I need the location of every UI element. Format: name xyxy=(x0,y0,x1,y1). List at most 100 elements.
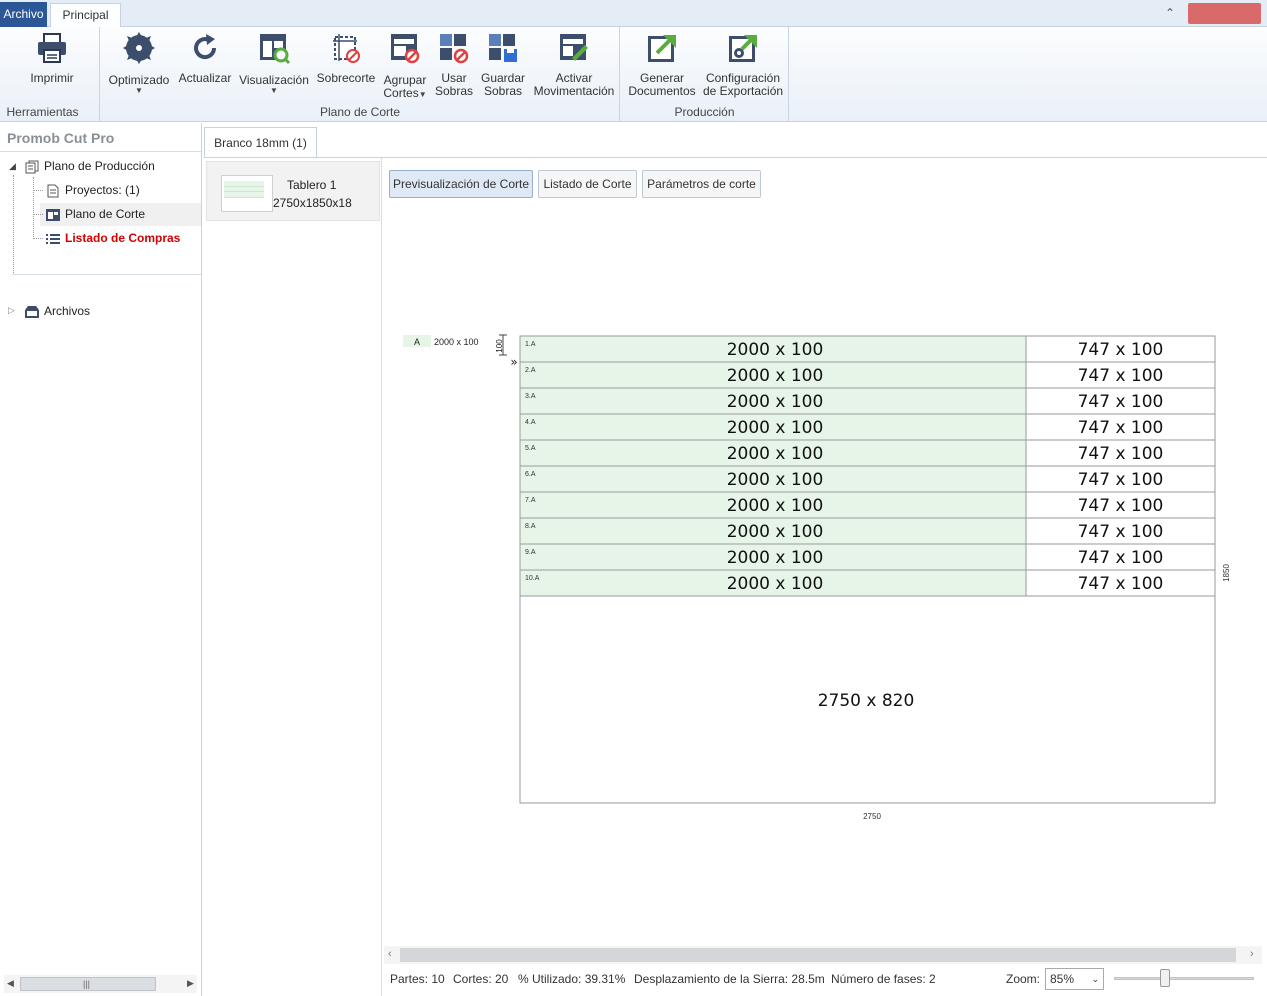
document-icon xyxy=(47,184,59,198)
zoom-slider-track[interactable] xyxy=(1114,977,1254,980)
activar-label-2: Movimentación xyxy=(533,84,615,98)
leftover-size-label: 747 x 100 xyxy=(1078,548,1164,568)
tree-item-proyectos[interactable]: Proyectos: (1) xyxy=(45,179,140,201)
board-width-label: 2750 xyxy=(863,812,881,821)
visualizacion-button[interactable]: Visualización ▼ xyxy=(238,31,310,95)
tree-expand-icon[interactable]: ▷ xyxy=(8,305,15,316)
collapse-ribbon-icon[interactable]: ⌃ xyxy=(1162,5,1178,21)
part-size-label: 2000 x 100 xyxy=(727,340,824,360)
optimizado-button[interactable]: Optimizado ▼ xyxy=(107,31,171,95)
tab-parametros-corte[interactable]: Parámetros de corte xyxy=(642,170,761,198)
tree-item-listado-compras[interactable]: Listado de Compras xyxy=(45,227,180,249)
actualizar-label: Actualizar xyxy=(178,71,232,85)
leftover-size-label: 747 x 100 xyxy=(1078,522,1164,542)
list-icon xyxy=(46,233,60,244)
board-height-label: 1850 xyxy=(1222,564,1231,582)
zoom-select[interactable]: 85% ⌄ xyxy=(1045,968,1104,990)
grip-icon: ||| xyxy=(83,979,91,989)
tree-item-plano-produccion[interactable]: Plano de Producción xyxy=(24,155,155,177)
leftover-size-label: 747 x 100 xyxy=(1078,392,1164,412)
part-size-label: 2000 x 100 xyxy=(727,470,824,490)
imprimir-button[interactable]: Imprimir xyxy=(24,31,80,85)
tree-line xyxy=(33,238,43,239)
sobrecorte-button[interactable]: Sobrecorte xyxy=(315,31,377,85)
tree-line xyxy=(33,190,43,191)
status-bar: Partes: 10 Cortes: 20 % Utilizado: 39.31… xyxy=(383,965,1267,996)
scroll-left-icon[interactable]: ◀ xyxy=(7,978,14,989)
group-produccion: Generar Documentos Configuración de Expo… xyxy=(621,27,789,122)
tree-collapse-icon[interactable]: ◢ xyxy=(9,161,16,172)
group-herramientas: Imprimir Herramientas xyxy=(0,27,100,122)
group-plano-de-corte: Optimizado ▼ Actualizar Visualización ▼ xyxy=(101,27,620,122)
chevron-down-icon: ⌄ xyxy=(1091,974,1099,984)
tree-label: Listado de Compras xyxy=(65,231,181,245)
scrollbar-thumb[interactable] xyxy=(400,948,1236,962)
generate-documents-icon xyxy=(648,35,676,62)
zoom-slider-thumb[interactable] xyxy=(1159,969,1170,987)
usar-sobras-button[interactable]: Usar Sobras xyxy=(432,31,476,98)
board-size: 2750x1850x18 xyxy=(273,196,352,210)
part-id-label: 2.A xyxy=(525,367,536,374)
divider xyxy=(0,151,201,152)
ribbon-tab-strip: Archivo Principal ⌃ xyxy=(0,0,1267,28)
tab-previsualizacion-corte[interactable]: Previsualización de Corte xyxy=(389,170,533,198)
guardar-sobras-button[interactable]: Guardar Sobras xyxy=(479,31,527,98)
main-horizontal-scrollbar[interactable]: ‹ › xyxy=(384,946,1262,964)
view-search-icon xyxy=(260,34,291,65)
tree-label: Plano de Producción xyxy=(44,159,155,173)
board-thumbnail xyxy=(221,175,273,212)
chevron-down-icon: ▼ xyxy=(135,86,143,95)
tree-item-archivos[interactable]: Archivos xyxy=(24,300,90,322)
tree-item-plano-corte[interactable]: Plano de Corte xyxy=(45,203,145,225)
status-desplazamiento: Desplazamiento de la Sierra: 28.5m xyxy=(634,972,825,986)
part-size-label: 2000 x 100 xyxy=(727,574,824,594)
imprimir-label: Imprimir xyxy=(30,71,74,85)
group-cuts-icon xyxy=(391,34,420,64)
tree-label: Plano de Corte xyxy=(65,207,146,221)
tab-archivo[interactable]: Archivo xyxy=(0,2,47,27)
leftover-size-label: 747 x 100 xyxy=(1078,418,1164,438)
activar-movimentacion-button[interactable]: Activar Movimentación xyxy=(532,31,616,98)
left-horizontal-scrollbar[interactable]: ◀ ||| ▶ xyxy=(4,975,197,993)
tab-material[interactable]: Branco 18mm (1) xyxy=(204,127,317,158)
status-partes: Partes: 10 xyxy=(390,972,445,986)
generar-documentos-button[interactable]: Generar Documentos xyxy=(627,31,697,98)
group-label-plano-de-corte: Plano de Corte xyxy=(319,105,401,119)
scroll-right-icon[interactable]: › xyxy=(1250,948,1254,960)
config-label-2: de Exportación xyxy=(703,84,784,98)
board-item[interactable]: Tablero 1 2750x1850x18 xyxy=(206,161,380,221)
printer-icon xyxy=(38,33,66,63)
cut-plan-icon xyxy=(46,208,60,221)
agrupar-cortes-button[interactable]: Agrupar Cortes▼ xyxy=(380,31,430,100)
scroll-right-icon[interactable]: ▶ xyxy=(187,978,194,989)
ribbon: Imprimir Herramientas Optimizado ▼ Actua… xyxy=(0,27,1267,122)
legend-size: 2000 x 100 xyxy=(434,337,479,347)
part-size-label: 2000 x 100 xyxy=(727,548,824,568)
group-label-herramientas: Herramientas xyxy=(6,105,79,119)
tab-listado-corte[interactable]: Listado de Corte xyxy=(538,170,637,198)
guardar-label-2: Sobras xyxy=(483,84,523,98)
sobrecorte-label: Sobrecorte xyxy=(316,71,376,85)
cut-plan-canvas[interactable]: A 2000 x 100 100 » 1.A 2000 x 100 747 x 10… xyxy=(383,200,1267,945)
leftover-size-label: 747 x 100 xyxy=(1078,340,1164,360)
tab-principal[interactable]: Principal xyxy=(50,3,121,28)
part-id-label: 7.A xyxy=(525,497,536,504)
status-cortes: Cortes: 20 xyxy=(453,972,509,986)
actualizar-button[interactable]: Actualizar xyxy=(177,31,233,85)
leftover-size-label: 747 x 100 xyxy=(1078,366,1164,386)
scrollbar-thumb[interactable]: ||| xyxy=(20,977,156,991)
scroll-left-icon[interactable]: ‹ xyxy=(388,948,392,960)
usar-label-2: Sobras xyxy=(434,84,474,98)
export-config-icon xyxy=(729,35,757,62)
board-list: Tablero 1 2750x1850x18 xyxy=(204,158,382,996)
close-button[interactable] xyxy=(1188,3,1261,24)
saw-blade-icon xyxy=(123,32,155,64)
leftover-size-label: 747 x 100 xyxy=(1078,574,1164,594)
part-size-label: 2000 x 100 xyxy=(727,522,824,542)
save-leftovers-icon xyxy=(489,34,517,62)
strip-dimension-label: 100 xyxy=(495,339,504,353)
leftover-size-label: 747 x 100 xyxy=(1078,444,1164,464)
configuracion-exportacion-button[interactable]: Configuración de Exportación xyxy=(703,31,783,98)
part-id-label: 9.A xyxy=(525,549,536,556)
tree-line xyxy=(13,175,14,275)
